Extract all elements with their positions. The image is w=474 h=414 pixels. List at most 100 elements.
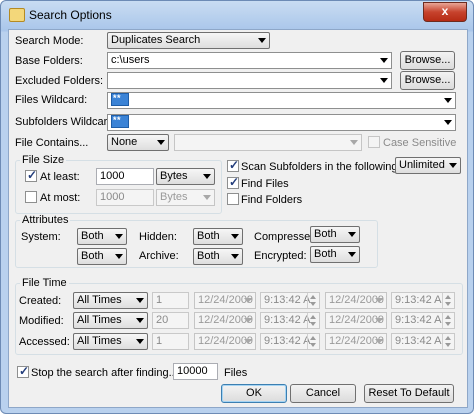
encrypted-label: Encrypted: <box>254 250 307 262</box>
chevron-down-icon <box>375 318 383 323</box>
cancel-button[interactable]: Cancel <box>290 384 356 403</box>
close-button[interactable]: x <box>423 2 467 22</box>
time-amount-input[interactable]: 1 <box>152 333 189 350</box>
at-most-label: At most: <box>40 192 81 204</box>
search-mode-label: Search Mode: <box>15 35 84 47</box>
time-row-label: Created: <box>19 295 62 307</box>
find-files-checkbox[interactable] <box>227 175 239 189</box>
stop-search-unit: Files <box>224 367 248 379</box>
case-sensitive-checkbox[interactable] <box>368 136 380 148</box>
chevron-down-icon <box>380 78 388 83</box>
at-least-checkbox[interactable] <box>25 168 37 182</box>
at-most-unit-select[interactable]: Bytes <box>156 189 215 206</box>
archive-value: Both <box>197 250 220 262</box>
time-from-input[interactable]: 9:13:42 A <box>260 333 320 350</box>
time-to-input[interactable]: 9:13:42 A <box>391 292 455 309</box>
chevron-down-icon <box>350 140 358 145</box>
archive-label: Archive: <box>139 250 179 262</box>
file-time-title: File Time <box>20 277 69 289</box>
scan-subfolders-checkbox[interactable] <box>227 158 239 172</box>
hidden-label: Hidden: <box>139 231 177 243</box>
encrypted-select[interactable]: Both <box>310 246 360 263</box>
spinner-icon[interactable] <box>307 293 319 308</box>
chevron-down-icon <box>244 318 252 323</box>
encrypted-value: Both <box>314 248 337 260</box>
chevron-down-icon <box>258 38 266 43</box>
stop-search-checkbox[interactable] <box>17 364 29 378</box>
at-most-value: 1000 <box>100 191 125 203</box>
at-least-input[interactable]: 1000 <box>96 168 154 185</box>
chevron-down-icon <box>444 98 452 103</box>
base-folders-value: c:\users <box>111 54 150 66</box>
time-row-label: Accessed: <box>19 336 70 348</box>
time-from-input[interactable]: 9:13:42 A <box>260 292 320 309</box>
file-contains-select[interactable]: None <box>107 134 169 151</box>
files-wildcard-input[interactable] <box>107 92 456 109</box>
time-from-value: 9:13:42 A <box>264 294 311 306</box>
base-folders-label: Base Folders: <box>15 55 83 67</box>
hidden-select[interactable]: Both <box>193 228 243 245</box>
at-least-unit-select[interactable]: Bytes <box>156 168 215 185</box>
date-to-picker[interactable]: 12/24/2009 <box>325 312 387 329</box>
date-from-picker[interactable]: 12/24/2009 <box>194 292 256 309</box>
search-options-window: Search Options x Search Mode: Duplicates… <box>0 0 474 414</box>
ok-button[interactable]: OK <box>221 384 287 403</box>
at-most-input[interactable]: 1000 <box>96 189 154 206</box>
time-amount-input[interactable]: 20 <box>152 312 189 329</box>
compresses-value: Both <box>314 228 337 240</box>
browse-base-button[interactable]: Browse... <box>400 51 455 70</box>
time-amount-input[interactable]: 1 <box>152 292 189 309</box>
stop-search-input[interactable]: 10000 <box>173 363 218 380</box>
system-select[interactable]: Both <box>77 228 127 245</box>
file-contains-label: File Contains... <box>15 137 89 149</box>
file-contains-value: None <box>111 136 138 148</box>
spinner-icon[interactable] <box>442 293 454 308</box>
browse-excluded-button[interactable]: Browse... <box>400 71 455 90</box>
subfolders-wildcard-input[interactable] <box>107 114 456 131</box>
excluded-folders-label: Excluded Folders: <box>15 75 104 87</box>
scan-depth-select[interactable]: Unlimited <box>395 157 461 174</box>
base-folders-input[interactable]: c:\users <box>107 52 392 69</box>
attribute-select-unlabeled[interactable]: Both <box>77 248 127 265</box>
scan-depth-value: Unlimited <box>399 159 445 171</box>
time-mode-select[interactable]: All Times <box>73 312 148 329</box>
time-mode-select[interactable]: All Times <box>73 292 148 309</box>
time-to-input[interactable]: 9:13:42 A <box>391 333 455 350</box>
time-amount-value: 1 <box>156 335 163 347</box>
date-from-picker[interactable]: 12/24/2009 <box>194 312 256 329</box>
reset-default-button[interactable]: Reset To Default <box>364 384 454 403</box>
time-to-value: 9:13:42 A <box>395 335 442 347</box>
find-folders-label: Find Folders <box>241 194 303 206</box>
find-folders-checkbox[interactable] <box>227 193 239 205</box>
spinner-icon[interactable] <box>442 313 454 328</box>
time-from-value: 9:13:42 A <box>264 314 311 326</box>
search-mode-select[interactable]: Duplicates Search <box>107 32 270 49</box>
attributes-title: Attributes <box>20 214 71 226</box>
archive-select[interactable]: Both <box>193 248 243 265</box>
title-bar: Search Options x <box>1 1 473 29</box>
chevron-down-icon <box>444 120 452 125</box>
folder-icon <box>9 8 25 22</box>
stop-search-label: Stop the search after finding... <box>31 367 178 379</box>
spinner-icon[interactable] <box>442 334 454 349</box>
chevron-down-icon <box>136 339 144 344</box>
time-from-input[interactable]: 9:13:42 A <box>260 312 320 329</box>
at-most-checkbox[interactable] <box>25 191 37 203</box>
date-to-picker[interactable]: 12/24/2009 <box>325 333 387 350</box>
wildcard-icon <box>111 115 129 128</box>
date-from-picker[interactable]: 12/24/2009 <box>194 333 256 350</box>
chevron-down-icon <box>115 234 123 239</box>
excluded-folders-input[interactable] <box>107 72 392 89</box>
at-most-unit-value: Bytes <box>160 191 188 203</box>
file-contains-text-input[interactable] <box>174 134 362 151</box>
time-amount-value: 1 <box>156 294 163 306</box>
time-mode-select[interactable]: All Times <box>73 333 148 350</box>
compresses-select[interactable]: Both <box>310 226 360 243</box>
dialog-body: Search Mode: Duplicates Search Base Fold… <box>8 29 468 408</box>
date-to-picker[interactable]: 12/24/2009 <box>325 292 387 309</box>
chevron-down-icon <box>348 232 356 237</box>
spinner-icon[interactable] <box>307 334 319 349</box>
spinner-icon[interactable] <box>307 313 319 328</box>
chevron-down-icon <box>449 163 457 168</box>
time-to-input[interactable]: 9:13:42 A <box>391 312 455 329</box>
